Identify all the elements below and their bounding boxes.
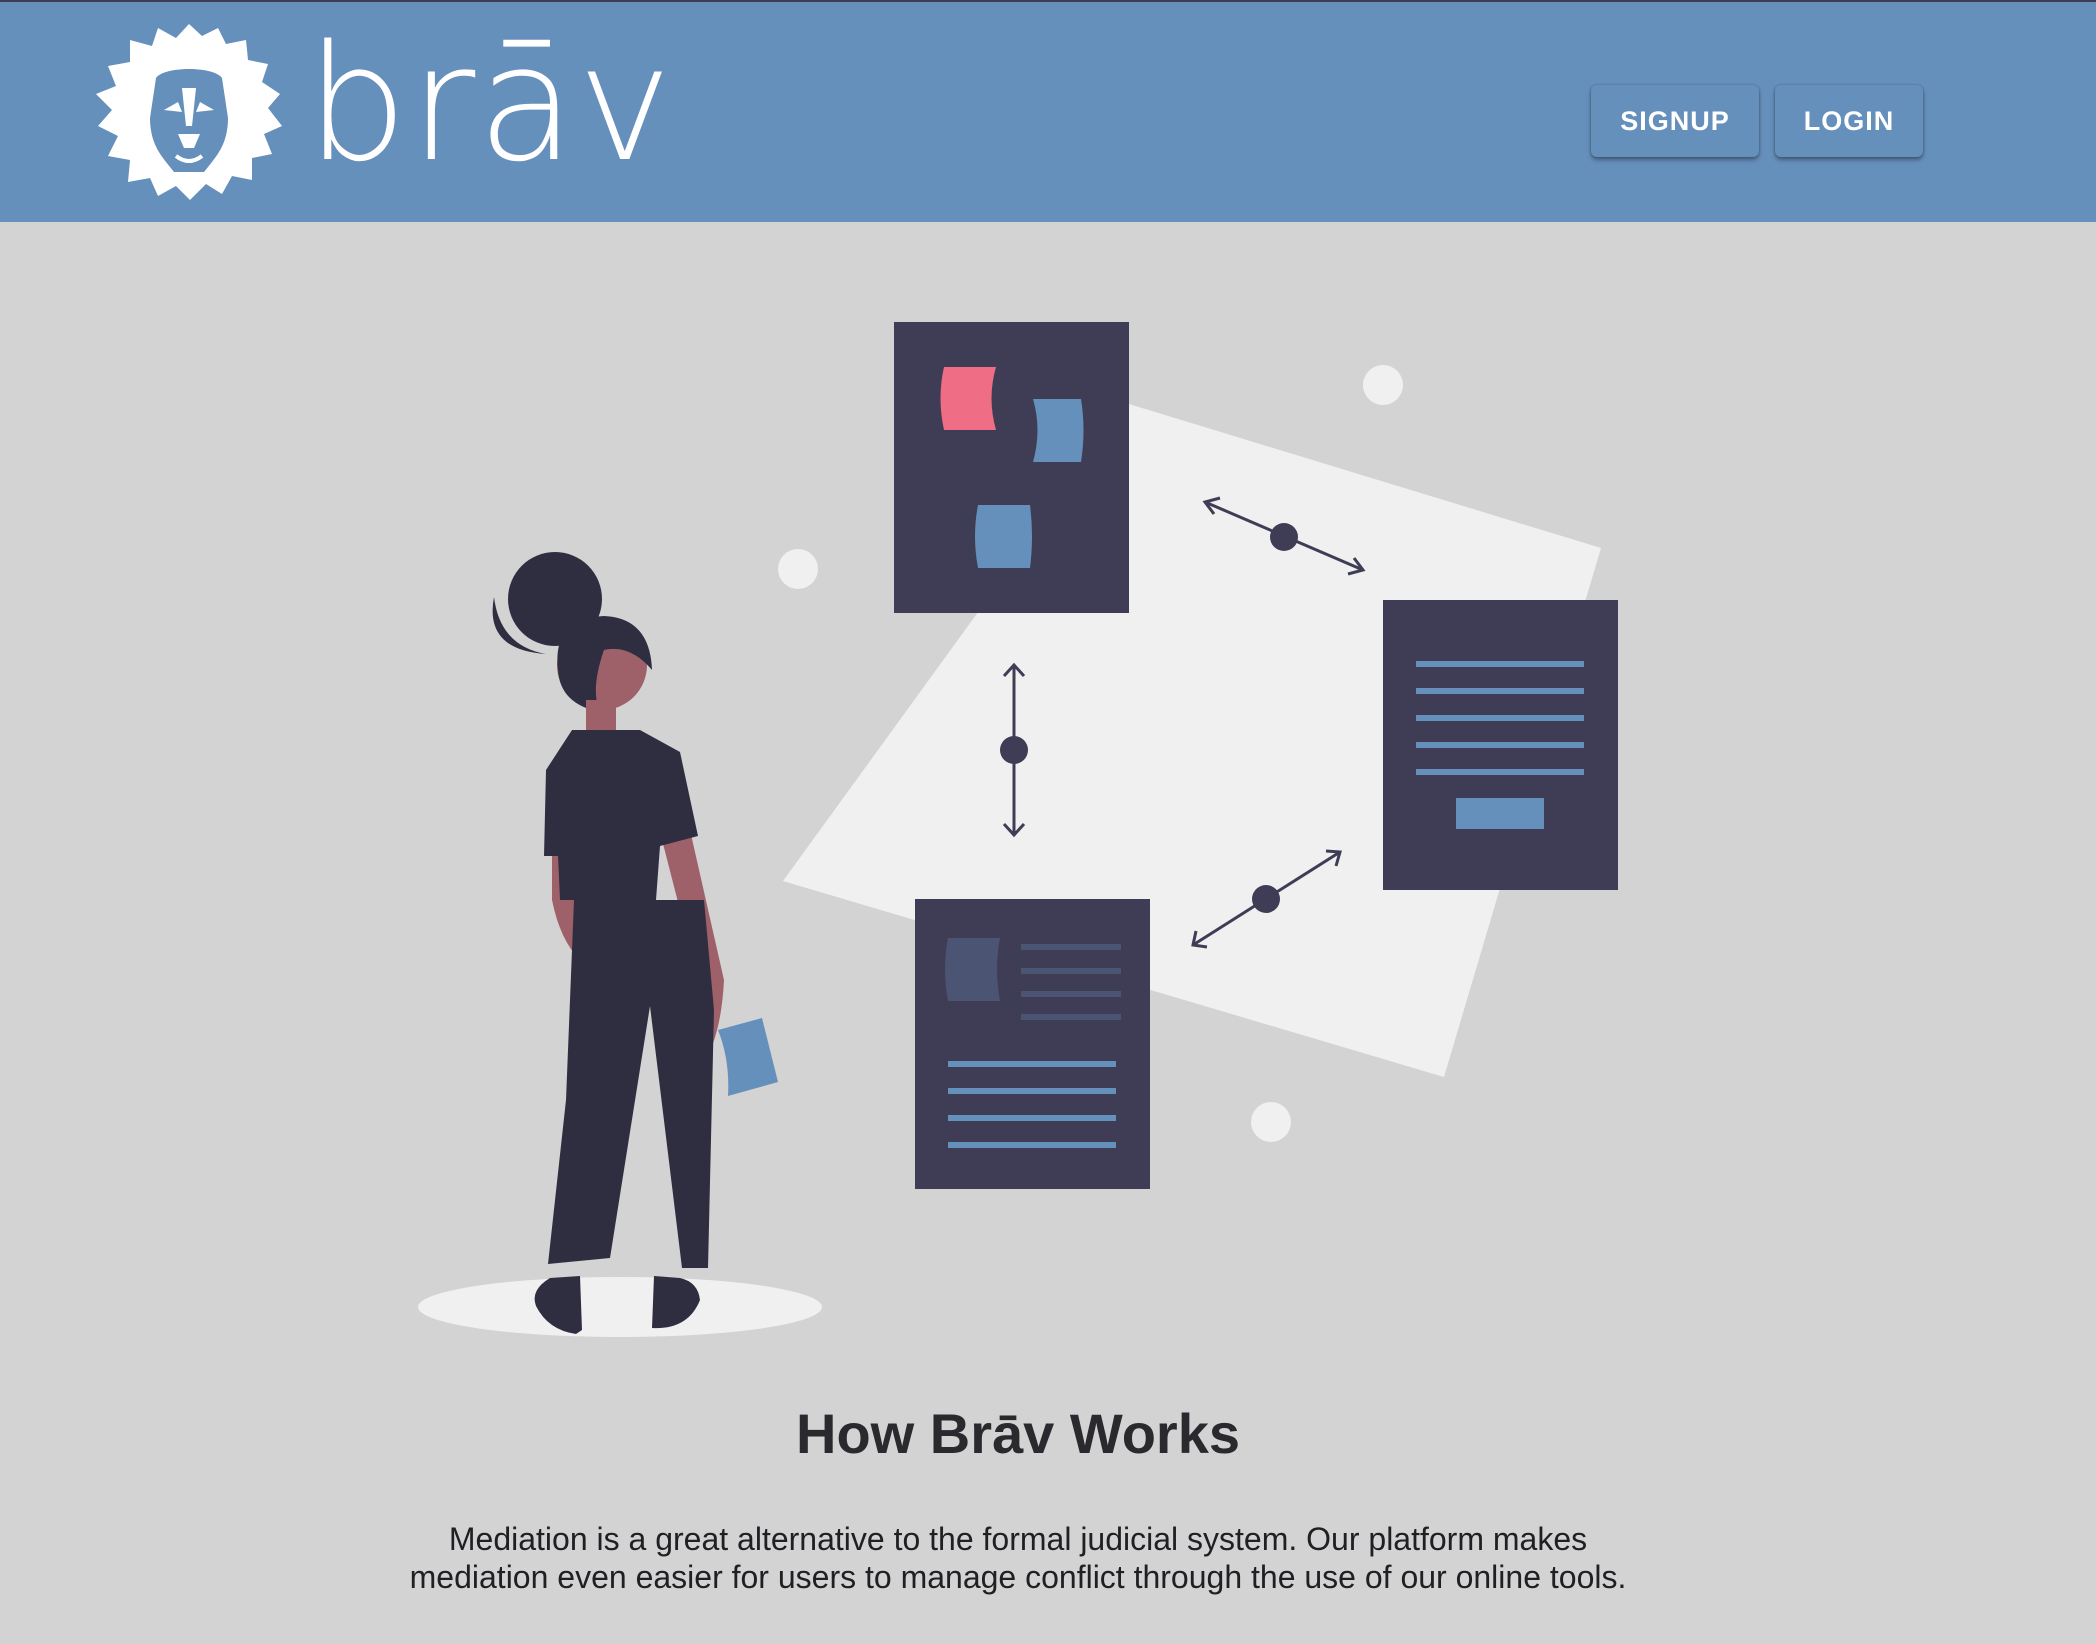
brand-logo[interactable]: brāv xyxy=(94,10,672,202)
decorative-dot xyxy=(778,549,818,589)
navbar: brāv SIGNUP LOGIN xyxy=(0,0,2096,222)
decorative-dot xyxy=(1251,1102,1291,1142)
decorative-dot xyxy=(1363,365,1403,405)
mediation-description: Mediation is a great alternative to the … xyxy=(409,1521,1627,1595)
document-card-right xyxy=(1383,600,1618,890)
standing-person-figure xyxy=(418,552,822,1337)
signup-button[interactable]: SIGNUP xyxy=(1591,85,1759,157)
how-brav-works-heading: How Brāv Works xyxy=(796,1402,1240,1465)
brand-wordmark: brāv xyxy=(306,10,675,197)
document-card-top xyxy=(894,322,1129,613)
document-card-bottom xyxy=(915,899,1150,1189)
login-button[interactable]: LOGIN xyxy=(1775,85,1923,157)
lion-head-icon xyxy=(96,24,282,200)
hero-illustration xyxy=(418,322,1618,1337)
